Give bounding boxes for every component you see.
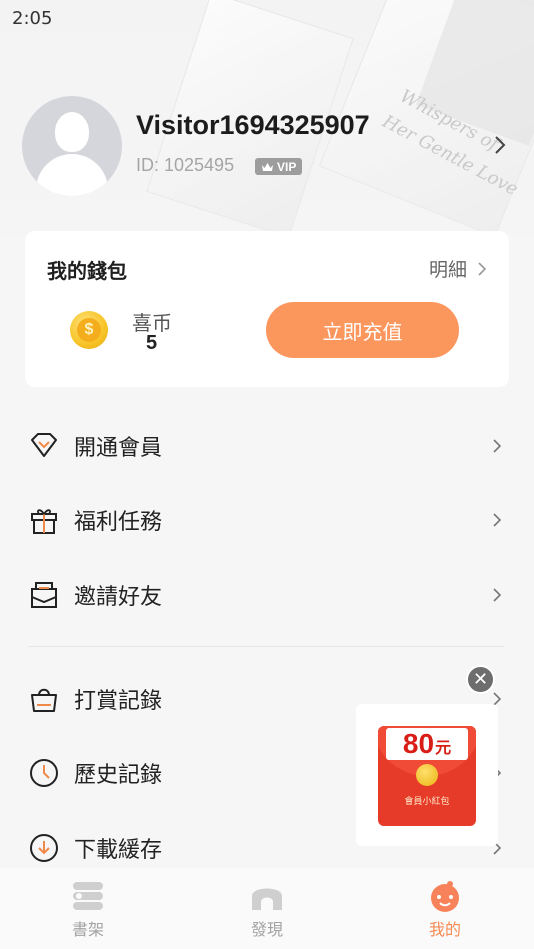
profile-face-icon [431,881,459,912]
tab-label: 書架 [71,920,104,939]
clock-icon [30,759,58,787]
envelope-amount-value: 80 [402,728,435,759]
tab-label: 發現 [250,920,283,939]
menu-item-label: 歷史記錄 [74,763,163,788]
wallet-detail-link[interactable]: 明細 [429,255,487,282]
chevron-right-icon [478,261,487,276]
menu-item-welfare-tasks[interactable]: 福利任務 [0,490,534,550]
username[interactable]: Visitor1694325907 [136,110,370,141]
menu-item-label: 邀請好友 [74,585,163,610]
coin-balance: 5 [146,332,158,354]
vip-badge: VIP [255,158,303,175]
menu-item-label: 打賞記錄 [74,689,163,714]
menu-divider [28,646,504,647]
bookshelf-icon [73,882,103,910]
gift-icon [31,509,57,534]
envelope-seal-icon [416,764,438,786]
user-id: ID: 1025495 [136,155,235,175]
tab-my-profile[interactable]: 我的 [395,868,495,949]
envelope-icon [31,582,57,608]
crown-icon [262,162,273,171]
tab-discover[interactable]: 發現 [217,868,317,949]
wallet-card: 我的錢包 明細 $ 喜币 5 立即充值 [25,231,509,387]
discover-icon [252,888,282,910]
download-icon [30,834,58,862]
menu-item-invite-friends[interactable]: 邀請好友 [0,565,534,625]
avatar-body-silhouette [36,154,108,196]
menu-item-label: 下載緩存 [74,838,163,863]
profile-chevron-right-icon[interactable] [492,133,508,157]
coin-icon: $ [70,311,108,349]
menu-item-label: 開通會員 [74,436,163,461]
status-bar-time: 2:05 [12,8,53,29]
chevron-right-icon [493,588,502,602]
tab-label: 我的 [428,920,461,939]
chevron-right-icon [493,439,502,453]
menu-item-membership[interactable]: 開通會員 [0,416,534,476]
envelope-caption: 會員小紅包 [404,797,450,807]
tab-bookshelf[interactable]: 書架 [38,868,138,949]
recharge-button[interactable]: 立即充值 [266,302,459,358]
wallet-detail-label: 明細 [428,259,467,281]
red-envelope-popup[interactable]: 80 元 會員小紅包 [356,704,498,846]
red-envelope-image[interactable]: 80 元 會員小紅包 [378,726,476,826]
bottom-tab-bar: 書架 發現 我的 [0,868,534,949]
envelope-amount-unit: 元 [435,738,452,757]
vip-badge-label: VIP [277,159,297,174]
wallet-title: 我的錢包 [47,259,127,283]
avatar[interactable] [22,96,122,196]
chevron-right-icon [493,513,502,527]
bag-icon [31,688,57,712]
avatar-head-silhouette [55,112,89,152]
popup-close-button[interactable]: ✕ [466,665,495,694]
diamond-icon [31,433,57,457]
envelope-amount: 80 元 [386,728,468,760]
menu-item-label: 福利任務 [74,510,163,535]
